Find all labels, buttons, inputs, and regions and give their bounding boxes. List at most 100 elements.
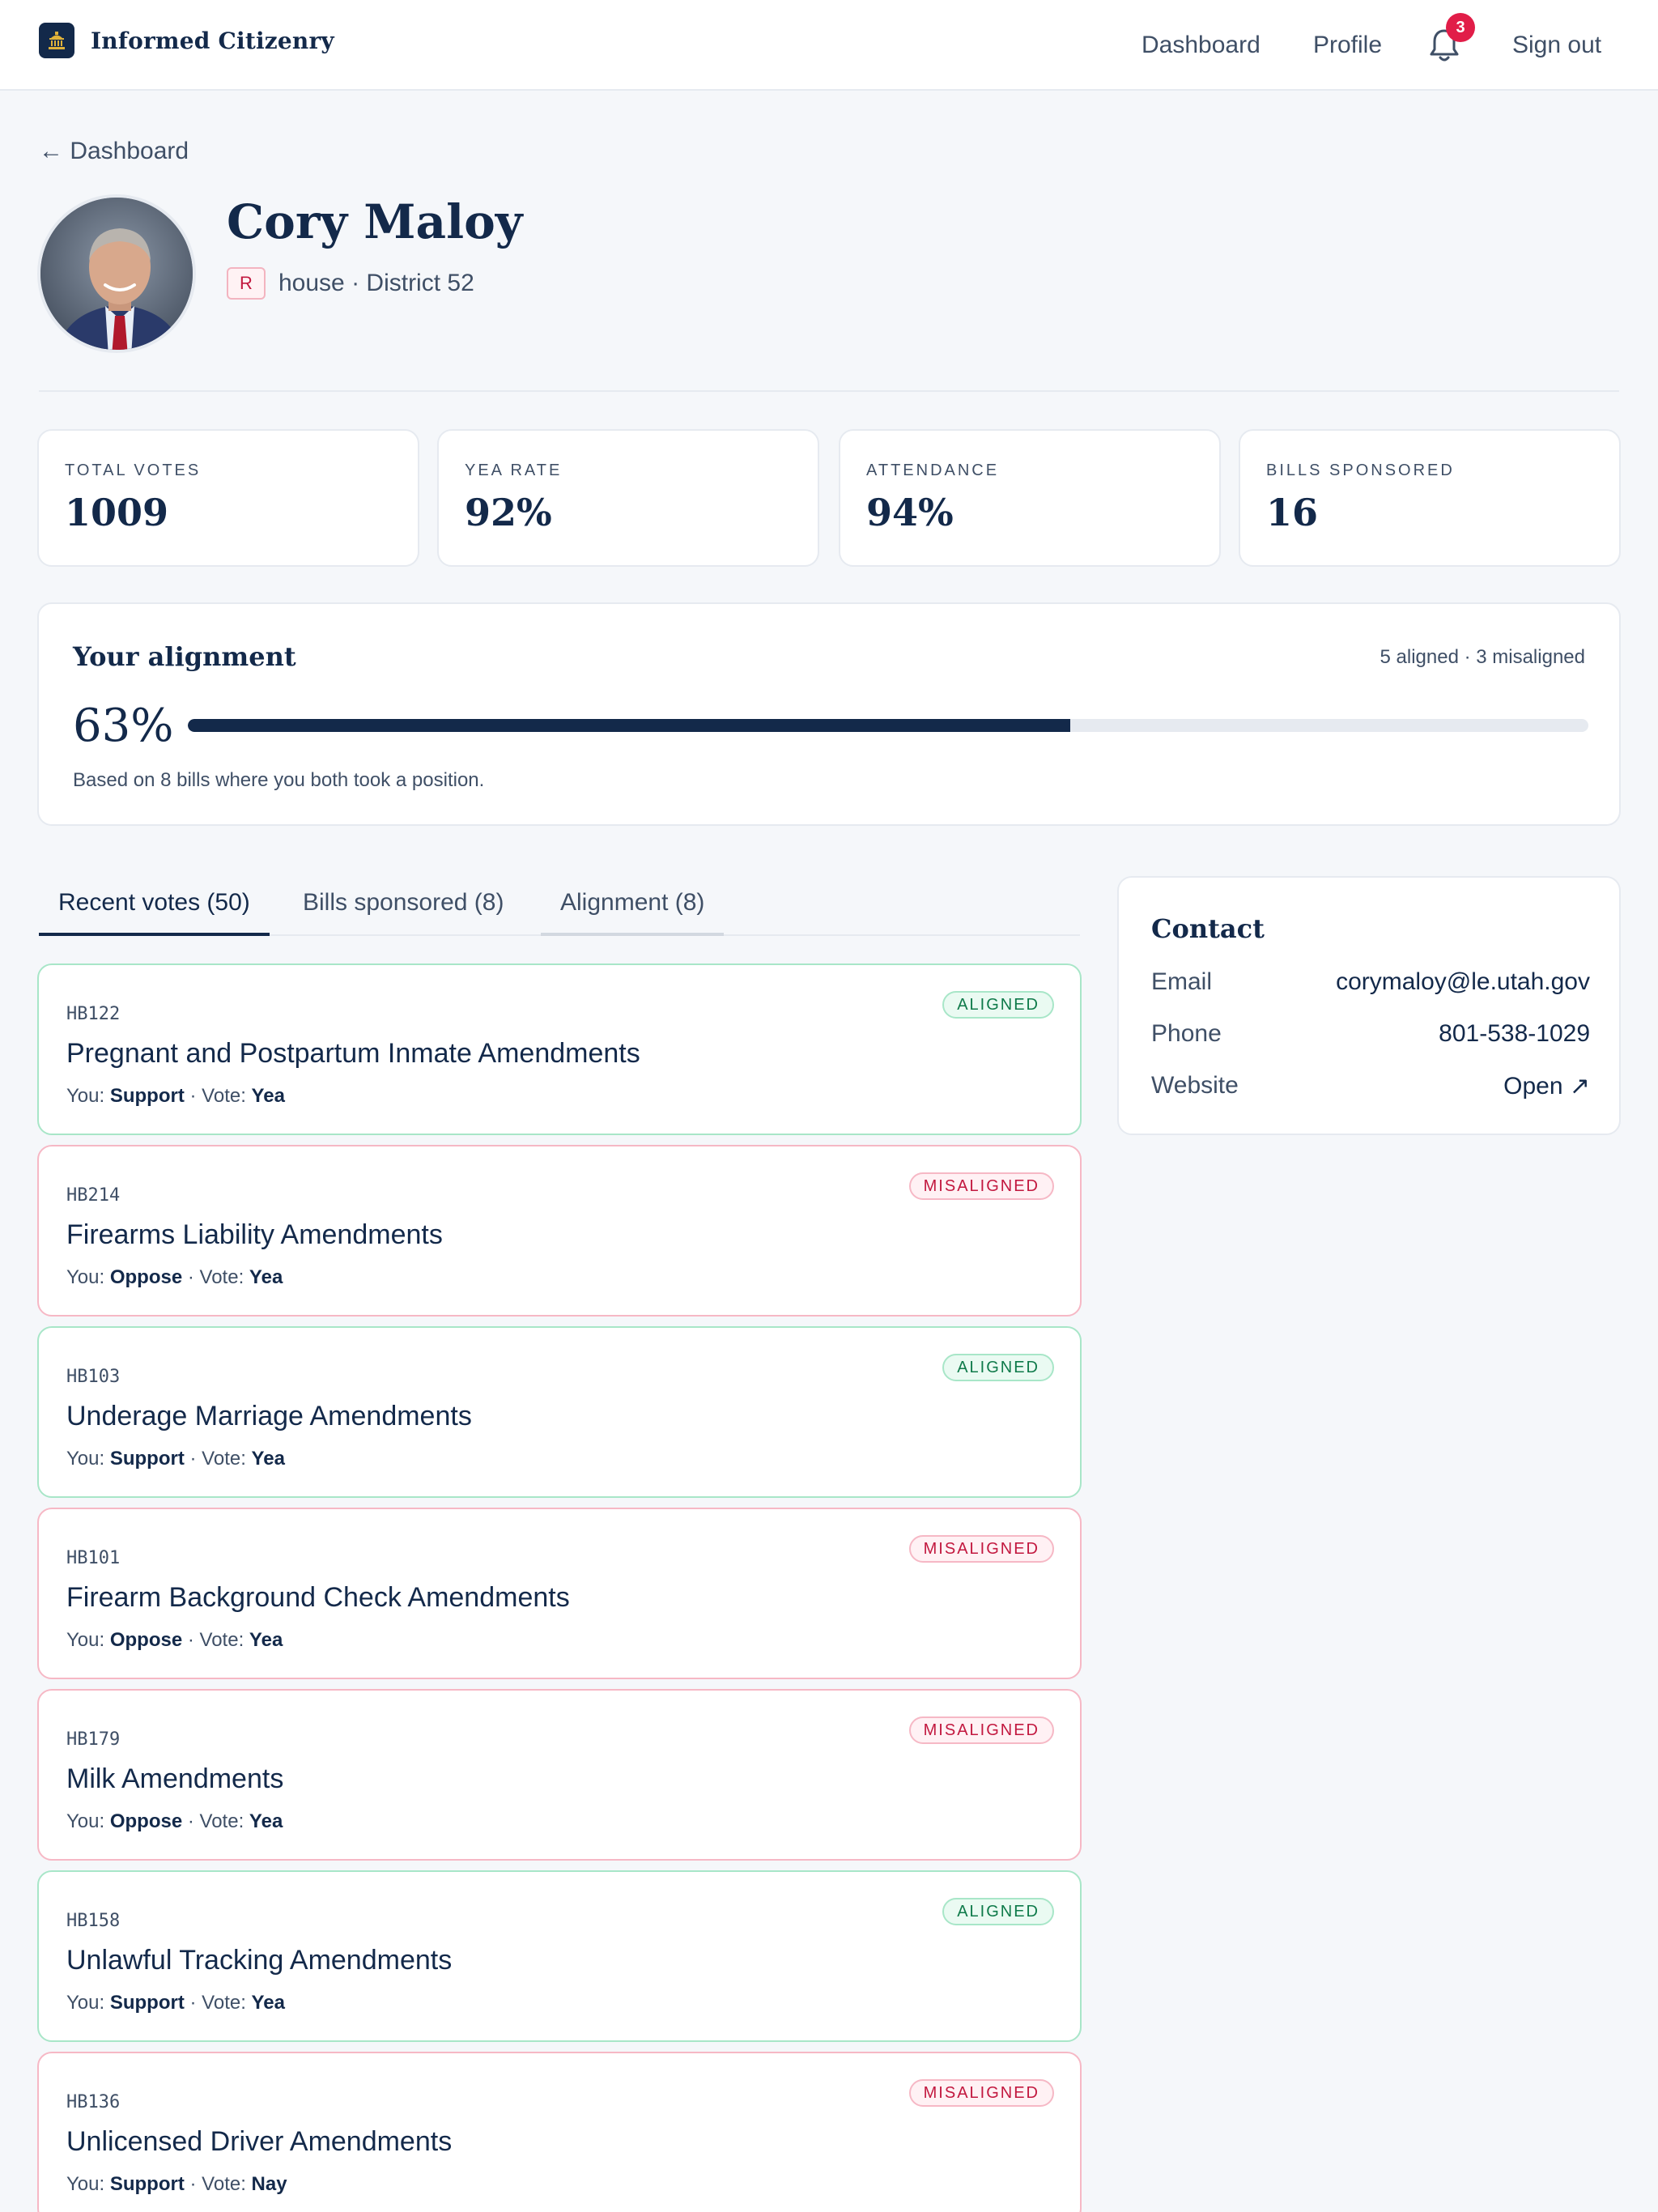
rep-vote: Yea bbox=[251, 1992, 285, 2014]
rep-vote-label: · Vote: bbox=[189, 1085, 246, 1107]
stat-card-attendance: ATTENDANCE 94% bbox=[839, 429, 1221, 567]
your-position: Support bbox=[109, 1448, 185, 1470]
alignment-status-badge: MISALIGNED bbox=[908, 1172, 1054, 1200]
capitol-icon bbox=[39, 23, 74, 58]
bill-id: HB122 bbox=[66, 1004, 121, 1024]
rep-vote: Yea bbox=[251, 1085, 285, 1107]
bill-positions: You: Oppose · Vote: Yea bbox=[66, 1266, 283, 1289]
nav-dashboard[interactable]: Dashboard bbox=[1141, 31, 1261, 60]
your-position: Support bbox=[109, 2173, 185, 2195]
email-link[interactable]: corymaloy@le.utah.gov bbox=[1336, 968, 1590, 996]
contact-website-row: Website Open ↗ bbox=[1151, 1072, 1590, 1104]
stat-value: 1009 bbox=[65, 491, 169, 534]
stat-card-bills-sponsored: BILLS SPONSORED 16 bbox=[1239, 429, 1621, 567]
rep-vote: Yea bbox=[249, 1629, 283, 1651]
bill-title: Milk Amendments bbox=[66, 1763, 284, 1794]
avatar bbox=[37, 194, 196, 353]
bill-id: HB214 bbox=[66, 1185, 121, 1206]
contact-email-row: Email corymaloy@le.utah.gov bbox=[1151, 968, 1590, 1001]
rep-vote: Nay bbox=[251, 2173, 287, 2195]
stat-card-yea-rate: YEA RATE 92% bbox=[437, 429, 819, 567]
party-badge: R bbox=[227, 267, 266, 300]
bill-id: HB103 bbox=[66, 1367, 121, 1387]
stat-value: 16 bbox=[1266, 491, 1319, 534]
vote-card[interactable]: HB179 MISALIGNED Milk Amendments You: Oppos… bbox=[37, 1689, 1082, 1861]
alignment-note: Based on 8 bills where you both took a p… bbox=[73, 769, 485, 791]
alignment-status-badge: MISALIGNED bbox=[908, 1535, 1054, 1563]
bill-positions: You: Support · Vote: Yea bbox=[66, 1992, 285, 2014]
your-position-label: You: bbox=[66, 1266, 105, 1288]
bill-id: HB158 bbox=[66, 1911, 121, 1931]
your-position-label: You: bbox=[66, 2173, 105, 2195]
website-link[interactable]: Open ↗ bbox=[1503, 1072, 1590, 1100]
vote-card[interactable]: HB103 ALIGNED Underage Marriage Amendments… bbox=[37, 1326, 1082, 1498]
brand-name: Informed Citizenry bbox=[91, 27, 334, 54]
bill-id: HB136 bbox=[66, 2092, 121, 2112]
stat-label: BILLS SPONSORED bbox=[1266, 462, 1455, 479]
alignment-card: Your alignment 5 aligned · 3 misaligned … bbox=[37, 602, 1621, 826]
stat-card-total-votes: TOTAL VOTES 1009 bbox=[37, 429, 419, 567]
bill-title: Pregnant and Postpartum Inmate Amendment… bbox=[66, 1038, 640, 1069]
your-position: Oppose bbox=[109, 1629, 183, 1651]
your-position: Oppose bbox=[109, 1266, 183, 1288]
chamber-district: house · District 52 bbox=[278, 270, 474, 296]
bill-id: HB179 bbox=[66, 1729, 121, 1750]
email-label: Email bbox=[1151, 968, 1213, 995]
bill-positions: You: Support · Vote: Nay bbox=[66, 2173, 287, 2196]
bill-id: HB101 bbox=[66, 1548, 121, 1568]
alignment-percent: 63% bbox=[73, 700, 174, 752]
brand[interactable]: Informed Citizenry bbox=[39, 23, 334, 58]
rep-vote-label: · Vote: bbox=[189, 1448, 246, 1470]
rep-vote-label: · Vote: bbox=[187, 1810, 244, 1832]
phone-label: Phone bbox=[1151, 1020, 1222, 1047]
alignment-title: Your alignment bbox=[73, 641, 296, 672]
bill-positions: You: Oppose · Vote: Yea bbox=[66, 1810, 283, 1833]
stat-label: YEA RATE bbox=[465, 462, 563, 479]
rep-vote-label: · Vote: bbox=[187, 1266, 244, 1288]
bill-title: Underage Marriage Amendments bbox=[66, 1401, 472, 1431]
divider bbox=[39, 390, 1619, 392]
your-position: Support bbox=[109, 1085, 185, 1107]
your-position-label: You: bbox=[66, 1810, 105, 1832]
stat-label: TOTAL VOTES bbox=[65, 462, 202, 479]
bill-positions: You: Oppose · Vote: Yea bbox=[66, 1629, 283, 1652]
your-position: Oppose bbox=[109, 1810, 183, 1832]
your-position-label: You: bbox=[66, 1629, 105, 1651]
contact-card: Contact Email corymaloy@le.utah.gov Phon… bbox=[1117, 876, 1621, 1135]
tab-bills-sponsored[interactable]: Bills sponsored (8) bbox=[283, 889, 523, 936]
alignment-progress-bar bbox=[188, 719, 1588, 732]
rep-vote: Yea bbox=[249, 1266, 283, 1288]
your-position-label: You: bbox=[66, 1992, 105, 2014]
contact-phone-row: Phone 801-538-1029 bbox=[1151, 1020, 1590, 1053]
vote-card[interactable]: HB101 MISALIGNED Firearm Background Check … bbox=[37, 1508, 1082, 1679]
back-to-dashboard-link[interactable]: ← Dashboard bbox=[39, 138, 189, 165]
contact-title: Contact bbox=[1151, 913, 1265, 944]
vote-card[interactable]: HB136 MISALIGNED Unlicensed Driver Amendme… bbox=[37, 2052, 1082, 2212]
rep-vote: Yea bbox=[249, 1810, 283, 1832]
website-label: Website bbox=[1151, 1072, 1239, 1099]
vote-card[interactable]: HB214 MISALIGNED Firearms Liability Amendm… bbox=[37, 1145, 1082, 1317]
nav-sign-out[interactable]: Sign out bbox=[1512, 31, 1601, 60]
bill-title: Unlicensed Driver Amendments bbox=[66, 2126, 453, 2157]
alignment-status-badge: MISALIGNED bbox=[908, 2079, 1054, 2107]
your-position-label: You: bbox=[66, 1448, 105, 1470]
vote-card[interactable]: HB122 ALIGNED Pregnant and Postpartum Inma… bbox=[37, 963, 1082, 1135]
phone-link[interactable]: 801-538-1029 bbox=[1439, 1020, 1590, 1048]
bill-title: Firearms Liability Amendments bbox=[66, 1219, 443, 1250]
rep-vote-label: · Vote: bbox=[189, 1992, 246, 2014]
your-position: Support bbox=[109, 1992, 185, 2014]
rep-vote-label: · Vote: bbox=[189, 2173, 246, 2195]
alignment-status-badge: ALIGNED bbox=[942, 1354, 1054, 1381]
bill-title: Unlawful Tracking Amendments bbox=[66, 1945, 453, 1976]
tab-alignment[interactable]: Alignment (8) bbox=[541, 889, 725, 936]
alignment-status-badge: ALIGNED bbox=[942, 1898, 1054, 1925]
top-bar: Informed Citizenry Dashboard Profile 3 S… bbox=[0, 0, 1658, 91]
stat-label: ATTENDANCE bbox=[866, 462, 1000, 479]
bill-positions: You: Support · Vote: Yea bbox=[66, 1448, 285, 1470]
alignment-status-badge: MISALIGNED bbox=[908, 1716, 1054, 1744]
nav-profile[interactable]: Profile bbox=[1313, 31, 1382, 60]
your-position-label: You: bbox=[66, 1085, 105, 1107]
tab-recent-votes[interactable]: Recent votes (50) bbox=[39, 889, 270, 936]
vote-card[interactable]: HB158 ALIGNED Unlawful Tracking Amendments… bbox=[37, 1870, 1082, 2042]
representative-name: Cory Maloy bbox=[227, 194, 523, 249]
